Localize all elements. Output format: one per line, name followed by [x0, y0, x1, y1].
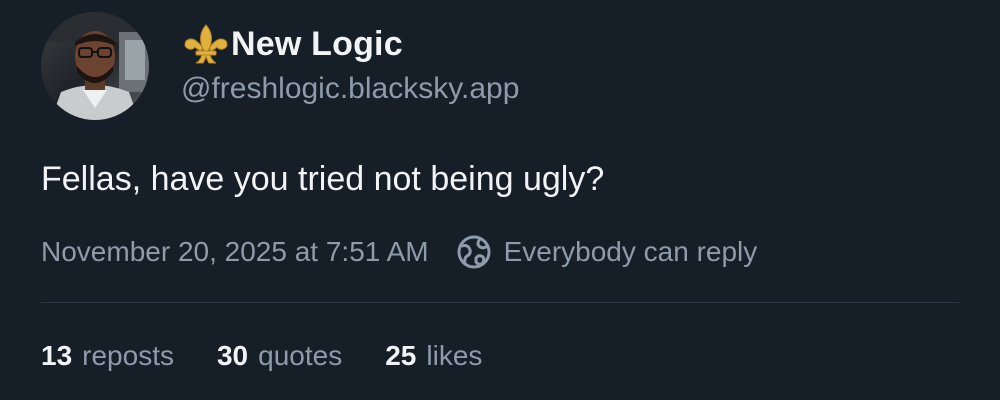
author-name-row[interactable]: New Logic [183, 22, 403, 66]
globe-icon [457, 235, 491, 269]
post-timestamp[interactable]: November 20, 2025 at 7:51 AM [41, 236, 429, 268]
quotes-stat[interactable]: 30 quotes [217, 340, 342, 372]
engagement-stats: 13 reposts 30 quotes 25 likes [41, 336, 525, 376]
post-meta-row: November 20, 2025 at 7:51 AM Everybody c… [41, 232, 757, 272]
author-handle[interactable]: @freshlogic.blacksky.app [181, 72, 519, 106]
likes-label: likes [426, 340, 483, 371]
author-display-name: New Logic [231, 24, 403, 63]
likes-stat[interactable]: 25 likes [385, 340, 482, 372]
reply-setting-label: Everybody can reply [503, 236, 758, 267]
quotes-count: 30 [216, 340, 249, 371]
divider [41, 302, 959, 303]
post-card: New Logic @freshlogic.blacksky.app Fella… [0, 0, 1000, 400]
quotes-label: quotes [258, 340, 343, 371]
reposts-stat[interactable]: 13 reposts [41, 340, 174, 372]
post-text: Fellas, have you tried not being ugly? [41, 160, 605, 198]
reply-setting-button[interactable]: Everybody can reply [456, 234, 758, 270]
avatar-photo [41, 12, 149, 120]
reposts-label: reposts [82, 340, 174, 371]
fleur-de-lis-icon [184, 24, 228, 64]
reposts-count: 13 [41, 340, 73, 371]
avatar[interactable] [41, 12, 149, 120]
likes-count: 25 [385, 340, 417, 371]
